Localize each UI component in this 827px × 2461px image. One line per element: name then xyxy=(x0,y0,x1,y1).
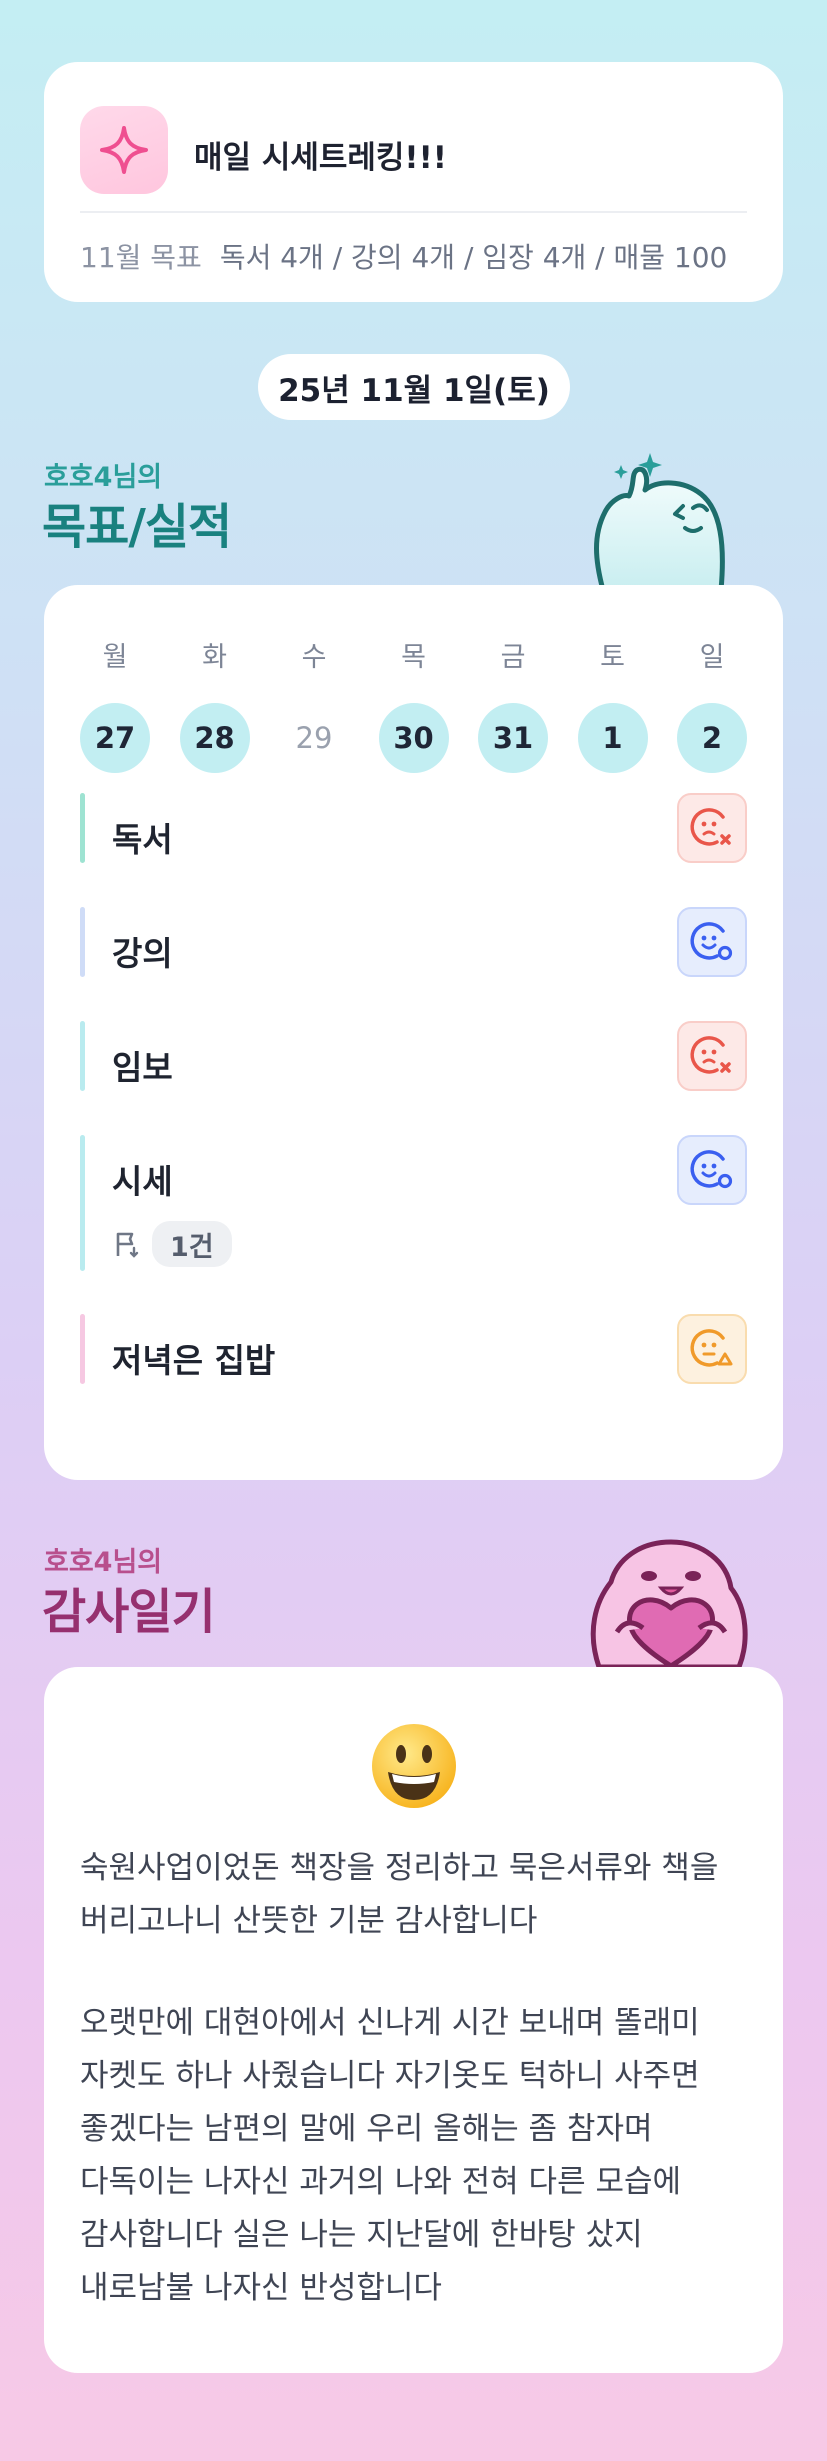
day-name: 수 xyxy=(301,642,327,673)
day-number[interactable]: 27 xyxy=(80,703,150,773)
waving-mascot-illustration xyxy=(594,453,725,590)
goal-name: 저녁은 집밥 xyxy=(112,1341,276,1380)
goal-name: 독서 xyxy=(112,820,173,859)
smile-face-check-icon xyxy=(690,1150,733,1189)
week-strip: 월 27 화 28 수 29 목 30 금 31 토 1 일 2 xyxy=(80,635,747,773)
goal-status-button[interactable] xyxy=(677,1021,747,1091)
day-number[interactable]: 30 xyxy=(378,703,449,773)
grinning-face-icon xyxy=(372,1724,456,1808)
goal-color-bar xyxy=(80,907,85,977)
divider xyxy=(80,211,747,213)
goal-row[interactable]: 시세 1건 xyxy=(80,1135,747,1271)
date-pill[interactable]: 25년 11월 1일(토) xyxy=(258,354,570,420)
goal-row[interactable]: 강의 xyxy=(80,907,747,977)
day-column[interactable]: 화 28 xyxy=(179,635,250,773)
goal-color-bar xyxy=(80,1314,85,1384)
day-column[interactable]: 토1 xyxy=(577,635,648,773)
goal-status-button[interactable] xyxy=(677,1314,747,1384)
sad-face-x-icon xyxy=(690,1036,731,1074)
neutral-face-warning-icon xyxy=(690,1329,733,1367)
day-name: 월 xyxy=(102,642,128,673)
monthly-goal: 11월 목표 독서 4개 / 강의 4개 / 임장 4개 / 매물 100 xyxy=(80,236,727,276)
smile-face-check-icon xyxy=(690,922,733,961)
tracker-header-card[interactable]: 매일 시세트레킹!!! 11월 목표 독서 4개 / 강의 4개 / 임장 4개 … xyxy=(44,62,783,302)
goal-row[interactable]: 독서 xyxy=(80,793,747,863)
day-column[interactable]: 월 27 xyxy=(80,635,150,773)
goal-name: 시세 xyxy=(112,1162,173,1201)
goal-status-button[interactable] xyxy=(677,793,747,863)
goal-color-bar xyxy=(80,1135,85,1271)
goal-name: 강의 xyxy=(112,934,173,973)
goal-color-bar xyxy=(80,793,85,863)
day-name: 일 xyxy=(699,642,725,673)
gratitude-diary-card: 숙원사업이었돈 책장을 정리하고 묵은서류와 책을 버리고나니 산뜻한 기분 감… xyxy=(44,1667,783,2373)
day-number[interactable]: 29 xyxy=(279,703,349,773)
goal-row[interactable]: 임보 xyxy=(80,1021,747,1091)
monthly-goal-text: 독서 4개 / 강의 4개 / 임장 4개 / 매물 100 xyxy=(219,241,728,274)
monthly-goal-label: 11월 목표 xyxy=(80,241,202,274)
diary-entry-2: 오랫만에 대현아에서 신나게 시간 보내며 똘래미 자켓도 하나 사줬습니다 자… xyxy=(80,2005,700,2306)
goals-section-title: 목표/실적 xyxy=(42,499,232,555)
record-count-badge: 1건 xyxy=(152,1221,232,1267)
goal-name: 임보 xyxy=(112,1048,173,1087)
day-name: 화 xyxy=(202,642,227,673)
day-name: 토 xyxy=(600,642,625,673)
day-name: 금 xyxy=(500,642,526,673)
day-name: 목 xyxy=(401,642,426,673)
day-number[interactable]: 31 xyxy=(478,703,548,773)
sad-face-x-icon xyxy=(690,808,731,846)
record-count[interactable]: 1건 xyxy=(112,1221,232,1267)
goal-color-bar xyxy=(80,1021,85,1091)
day-column[interactable]: 금 31 xyxy=(478,635,548,773)
goal-status-button[interactable] xyxy=(677,1135,747,1205)
day-number[interactable]: 1 xyxy=(577,703,648,773)
diary-entry-1: 숙원사업이었돈 책장을 정리하고 묵은서류와 책을 버리고나니 산뜻한 기분 감… xyxy=(80,1850,719,1939)
tracker-title: 매일 시세트레킹!!! xyxy=(194,140,447,176)
day-column[interactable]: 일2 xyxy=(677,635,747,773)
day-number[interactable]: 2 xyxy=(677,703,747,773)
goal-status-button[interactable] xyxy=(677,907,747,977)
goal-row[interactable]: 저녁은 집밥 xyxy=(80,1314,747,1384)
day-column[interactable]: 수 29 xyxy=(279,635,349,773)
sparkle-icon xyxy=(80,106,168,194)
day-column[interactable]: 목 30 xyxy=(378,635,449,773)
heart-mascot-illustration xyxy=(590,1539,748,1667)
goals-card: 월 27 화 28 수 29 목 30 금 31 토 1 일 2 독서 강의 임보 시세 1건 저녁은 집밥 xyxy=(44,585,783,1480)
diary-section-title: 감사일기 xyxy=(42,1584,216,1640)
day-number[interactable]: 28 xyxy=(179,703,250,773)
flag-icon xyxy=(116,1232,139,1258)
